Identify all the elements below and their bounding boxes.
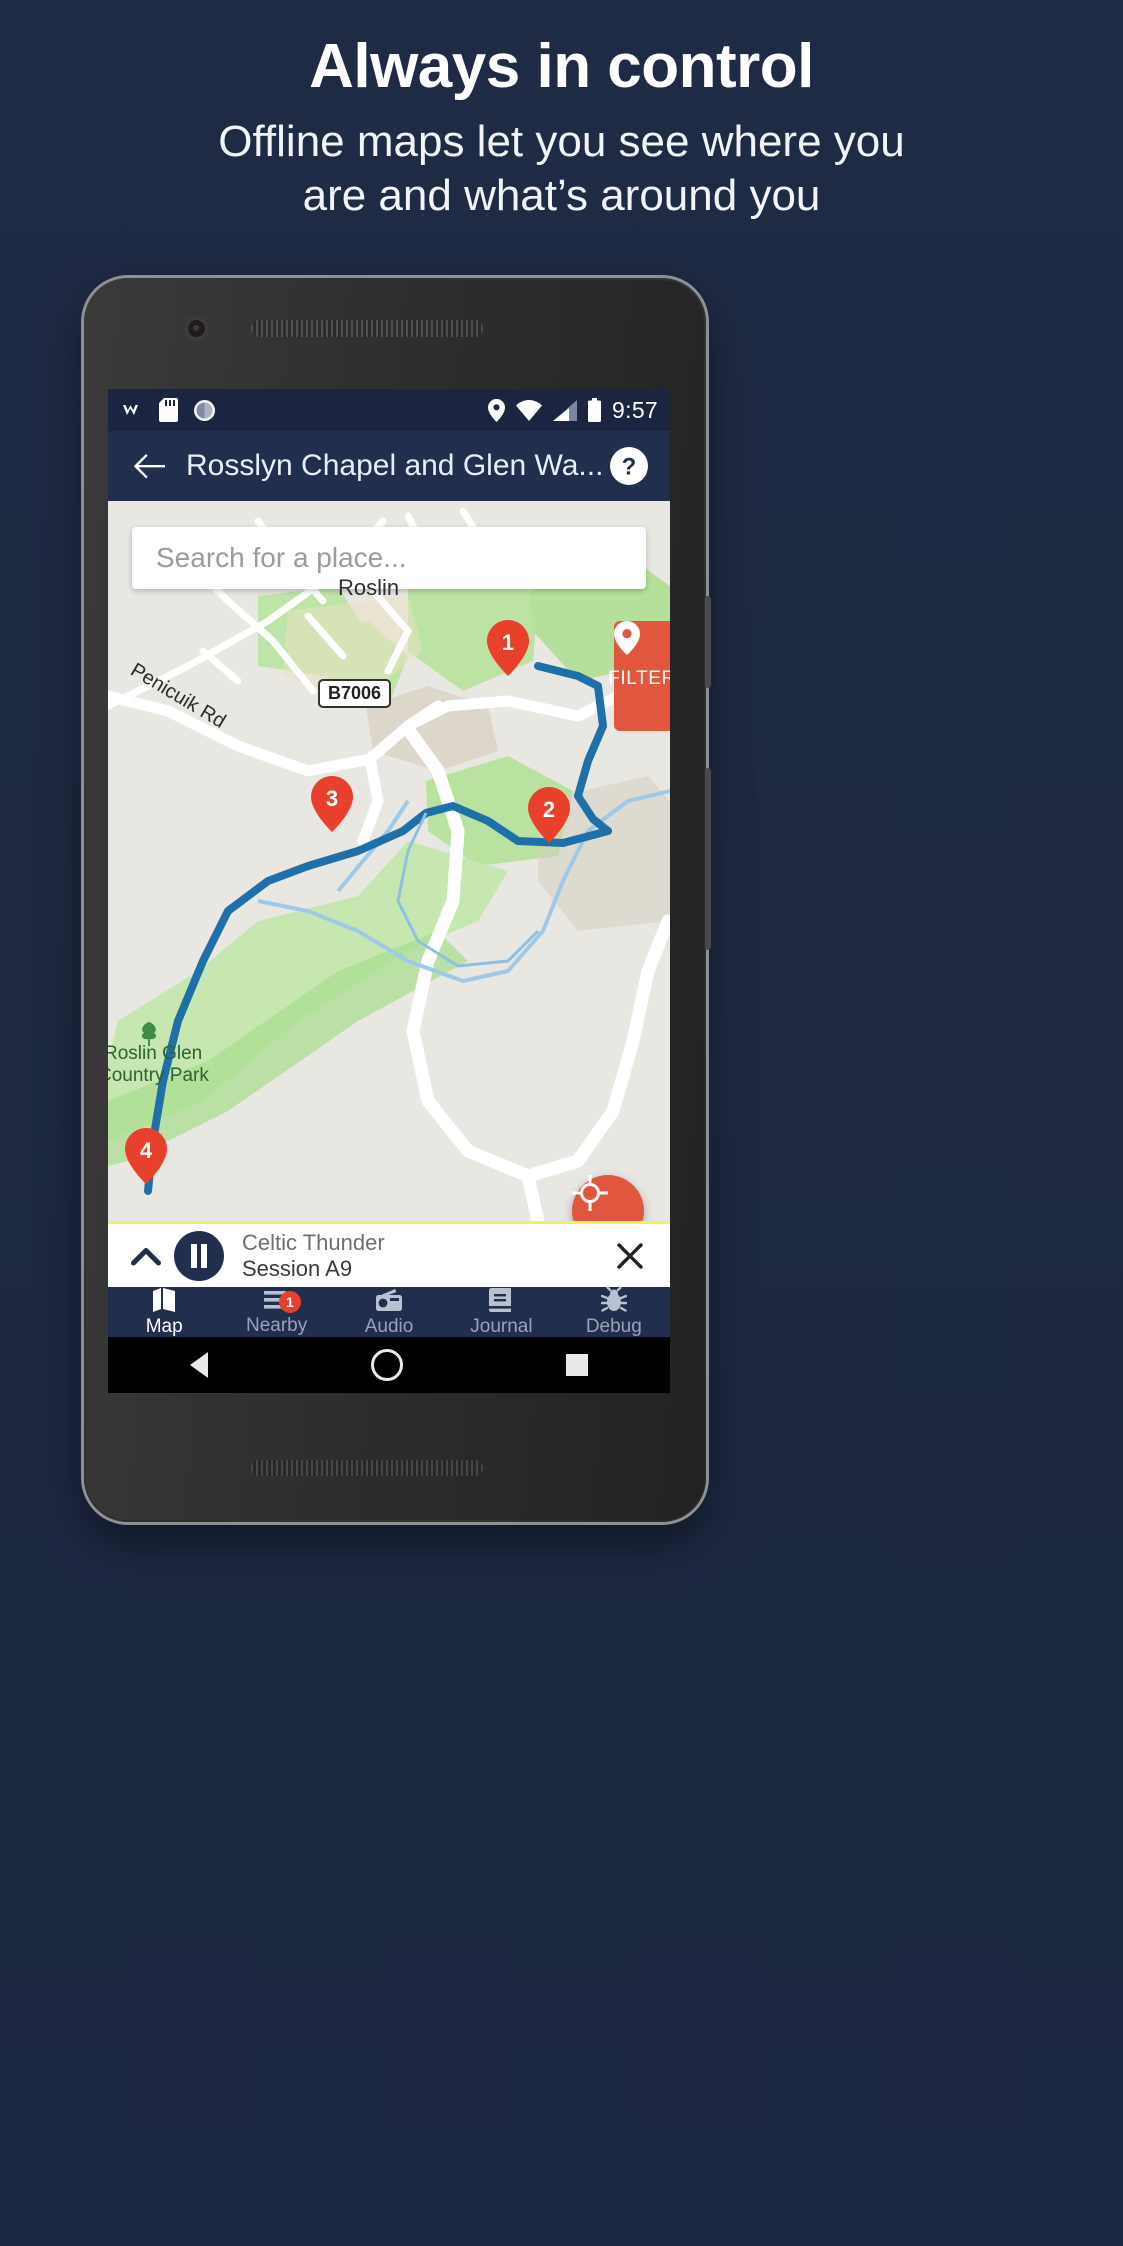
pause-button[interactable] [174, 1230, 224, 1281]
promo-page: Always in control Offline maps let you s… [0, 0, 1123, 2246]
map-graphics [108, 501, 670, 1281]
status-bar: 9:57 [108, 389, 670, 431]
pause-icon [189, 1243, 209, 1268]
phone-screen: 9:57 Rosslyn Chapel and Glen Wa... ? Sea… [108, 389, 670, 1393]
nav-item-map[interactable]: Map [108, 1287, 220, 1337]
radio-icon [375, 1287, 403, 1313]
page-title: Always in control [309, 32, 814, 101]
expand-player-button[interactable] [126, 1246, 166, 1266]
bottom-navigation: Map 1 Nearby Audio Journal Debug [108, 1285, 670, 1337]
player-title: Celtic Thunder [242, 1229, 385, 1255]
android-home-button[interactable] [370, 1349, 403, 1381]
wifi-icon [516, 399, 543, 421]
chevron-up-icon [131, 1246, 161, 1266]
map-canvas[interactable]: Search for a place... Roslin Penicuik Rd… [108, 501, 670, 1281]
front-camera-icon [188, 320, 205, 337]
map-marker-4-label: 4 [139, 1138, 153, 1163]
bottom-speaker [251, 1460, 483, 1476]
android-system-nav [108, 1337, 670, 1393]
volume-rocker[interactable] [705, 768, 711, 950]
map-marker-3[interactable]: 3 [311, 776, 353, 832]
nav-item-audio[interactable]: Audio [333, 1287, 445, 1337]
back-button[interactable] [126, 443, 172, 489]
nav-item-debug-label: Debug [585, 1315, 642, 1337]
book-icon [489, 1287, 513, 1313]
close-icon [616, 1242, 644, 1270]
filter-button[interactable]: FILTER [608, 621, 670, 731]
player-subtitle: Session A9 [242, 1255, 353, 1281]
status-bar-right: 9:57 [488, 397, 658, 424]
map-marker-4[interactable]: 4 [125, 1128, 167, 1184]
earpiece-speaker [251, 320, 483, 337]
nav-item-nearby-label: Nearby [245, 1314, 308, 1336]
power-button[interactable] [705, 596, 711, 688]
nav-item-nearby-badge: 1 [278, 1291, 301, 1313]
android-recents-button[interactable] [566, 1354, 589, 1376]
nav-item-audio-label: Audio [364, 1315, 414, 1337]
promo-subtitle-line1: Offline maps let you see where you [218, 116, 905, 166]
map-marker-3-label: 3 [325, 786, 339, 811]
signal-icon [553, 399, 578, 421]
map-icon [151, 1287, 177, 1313]
nav-item-journal-label: Journal [470, 1315, 533, 1337]
help-circle-icon: ? [610, 447, 648, 485]
map-marker-2[interactable]: 2 [528, 787, 570, 843]
player-track-info: Celtic Thunder Session A9 [242, 1230, 385, 1282]
status-bar-left [120, 398, 216, 422]
nav-item-map-label: Map [145, 1315, 183, 1337]
sd-card-icon [159, 398, 178, 422]
audio-player-bar: Celtic Thunder Session A9 [108, 1221, 670, 1287]
map-marker-1[interactable]: 1 [487, 620, 529, 676]
svg-text:?: ? [622, 454, 637, 481]
filter-button-label: FILTER [608, 668, 670, 689]
android-back-button[interactable] [189, 1352, 208, 1378]
battery-icon [588, 398, 602, 422]
map-label-country-park: Country Park [108, 1065, 209, 1086]
nav-item-journal[interactable]: Journal [445, 1287, 557, 1337]
promo-subtitle-line2: are and what’s around you [302, 170, 821, 220]
promo-subtitle: Offline maps let you see where you are a… [112, 115, 1012, 222]
app-bar: Rosslyn Chapel and Glen Wa... ? [108, 431, 670, 501]
map-label-b7006: B7006 [318, 679, 392, 708]
location-pin-icon [488, 398, 506, 422]
help-button[interactable]: ? [606, 443, 652, 489]
nav-item-debug[interactable]: Debug [558, 1285, 670, 1337]
close-player-button[interactable] [608, 1242, 652, 1270]
weather-icon [120, 400, 144, 420]
status-bar-clock: 9:57 [612, 396, 658, 423]
phone-mockup: 9:57 Rosslyn Chapel and Glen Wa... ? Sea… [84, 278, 711, 1522]
app-bar-title: Rosslyn Chapel and Glen Wa... [186, 449, 604, 482]
promo-header: Always in control Offline maps let you s… [0, 0, 1123, 222]
map-marker-2-label: 2 [542, 797, 556, 822]
nav-item-nearby[interactable]: 1 Nearby [220, 1287, 332, 1337]
map-marker-1-label: 1 [501, 630, 515, 655]
bug-icon [600, 1285, 628, 1313]
map-label-roslin: Roslin [338, 575, 400, 600]
arrow-left-icon [133, 453, 165, 479]
sync-icon [193, 399, 216, 422]
